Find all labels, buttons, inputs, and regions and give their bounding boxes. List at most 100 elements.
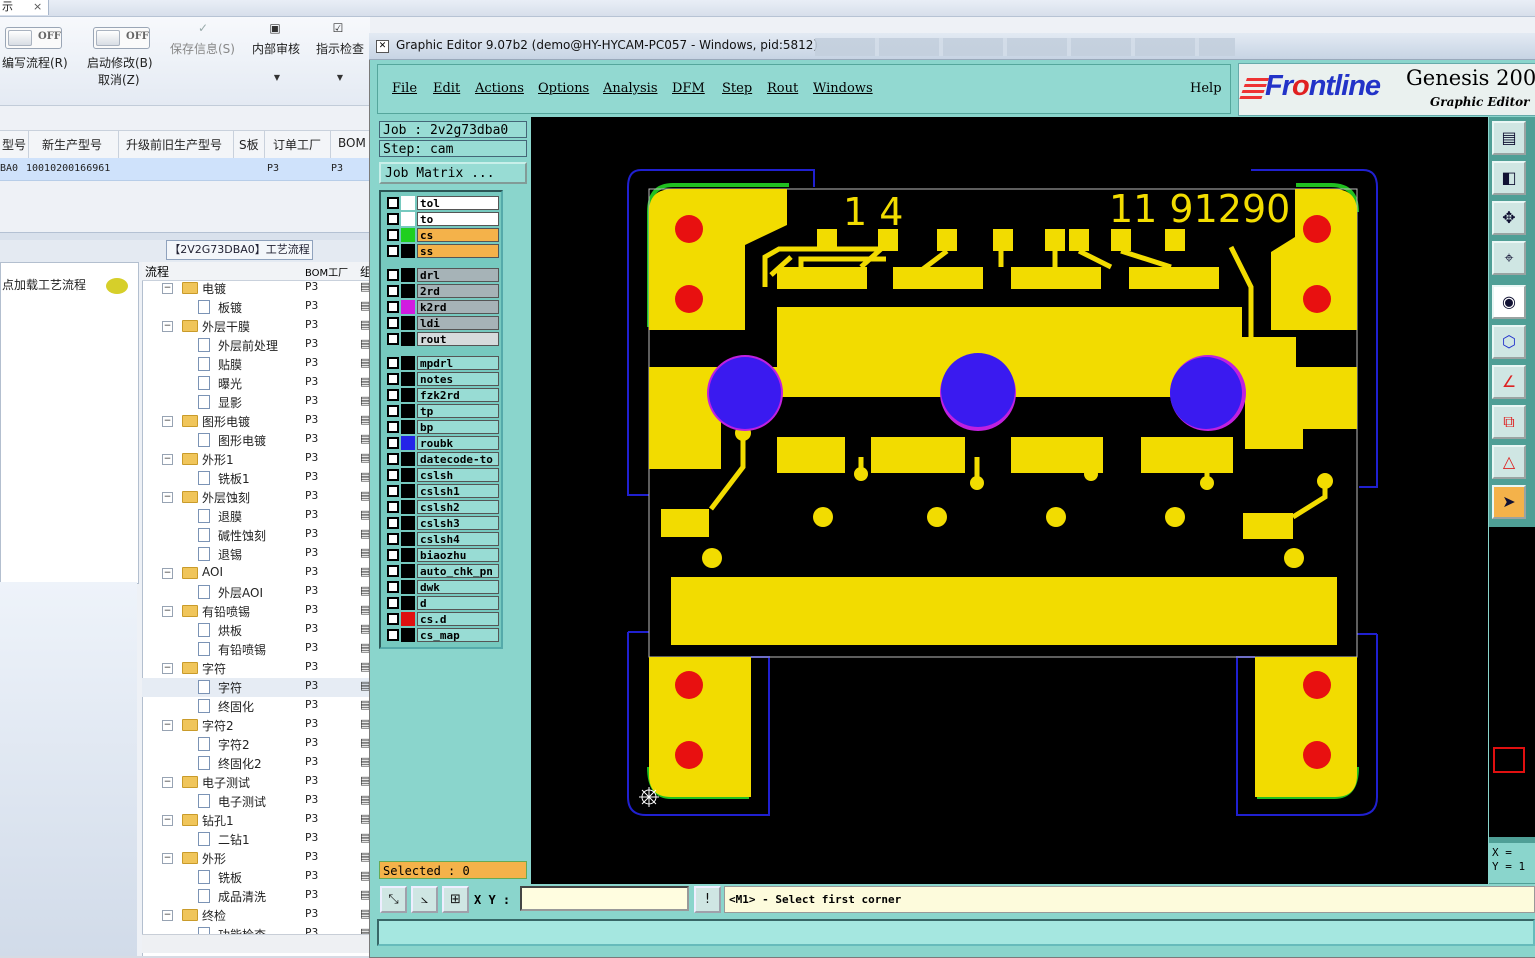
tree-row[interactable]: 碱性蚀刻 P3 ▤ xyxy=(142,526,370,545)
tree-row[interactable]: 铣板1 P3 ▤ xyxy=(142,469,370,488)
tree-header-flow[interactable]: 流程 xyxy=(145,263,169,280)
clipboard-icon[interactable]: ▤ xyxy=(1492,121,1526,155)
tree-row[interactable]: 成品清洗 P3 ▤ xyxy=(142,887,370,906)
tree-row[interactable]: − 电镀 P3 ▤ xyxy=(142,279,370,298)
feature-icon[interactable]: ⧉ xyxy=(1492,405,1526,439)
menu-help[interactable]: Help xyxy=(1190,81,1222,96)
layer-row[interactable]: biaozhu xyxy=(384,548,500,562)
layer-row[interactable]: cslsh3 xyxy=(384,516,500,530)
layer-checkbox[interactable] xyxy=(387,389,399,401)
dropdown-arrow-icon[interactable]: ▼ xyxy=(333,72,347,84)
layer-checkbox[interactable] xyxy=(387,533,399,545)
speech-bubble-icon[interactable] xyxy=(106,278,128,294)
background-tab[interactable]: 示 × xyxy=(0,0,49,15)
tree-row[interactable]: 退锡 P3 ▤ xyxy=(142,545,370,564)
layer-row[interactable]: auto_chk_pn xyxy=(384,564,500,578)
tree-row[interactable]: − 图形电镀 P3 ▤ xyxy=(142,412,370,431)
layer-row[interactable]: 2rd xyxy=(384,284,500,298)
layer-row[interactable]: to xyxy=(384,212,500,226)
layer-checkbox[interactable] xyxy=(387,565,399,577)
internal-review-button[interactable]: 内部审核 xyxy=(252,40,300,57)
grid-header-cell[interactable]: S板 xyxy=(239,136,259,153)
frame-icon[interactable]: ◧ xyxy=(1492,161,1526,195)
layer-row[interactable]: datecode-to xyxy=(384,452,500,466)
layer-checkbox[interactable] xyxy=(387,469,399,481)
dropdown-arrow-icon[interactable]: ▼ xyxy=(270,72,284,84)
layer-row[interactable]: mpdrl xyxy=(384,356,500,370)
zoom-window-icon[interactable]: ⤡ xyxy=(380,886,407,913)
layer-checkbox[interactable] xyxy=(387,317,399,329)
layer-checkbox[interactable] xyxy=(387,373,399,385)
tree-header-bom-factory[interactable]: BOM工厂 xyxy=(305,264,348,279)
layer-row[interactable]: cslsh xyxy=(384,468,500,482)
cancel-button[interactable]: 取消(Z) xyxy=(98,71,140,88)
expand-toggle-icon[interactable]: − xyxy=(162,568,173,579)
tree-row[interactable]: − 外形 P3 ▤ xyxy=(142,849,370,868)
expand-toggle-icon[interactable]: − xyxy=(162,777,173,788)
load-flow-link[interactable]: 点加载工艺流程 xyxy=(2,276,86,293)
expand-toggle-icon[interactable]: − xyxy=(162,492,173,503)
grid-header-cell[interactable]: BOM xyxy=(338,136,366,150)
snap-icon[interactable]: ⦣ xyxy=(411,886,438,913)
layer-row[interactable]: cs xyxy=(384,228,500,242)
tree-row[interactable]: − 字符 P3 ▤ xyxy=(142,659,370,678)
tree-row[interactable]: − 字符2 P3 ▤ xyxy=(142,716,370,735)
tree-row[interactable]: − 电子测试 P3 ▤ xyxy=(142,773,370,792)
tree-row[interactable]: − 外层蚀刻 P3 ▤ xyxy=(142,488,370,507)
layer-row[interactable]: cslsh1 xyxy=(384,484,500,498)
edit-flow-button[interactable]: 编写流程(R) xyxy=(2,54,68,71)
expand-toggle-icon[interactable]: − xyxy=(162,853,173,864)
menu-options[interactable]: Options xyxy=(538,81,589,96)
expand-toggle-icon[interactable]: − xyxy=(162,663,173,674)
tree-row[interactable]: 板镀 P3 ▤ xyxy=(142,298,370,317)
layer-checkbox[interactable] xyxy=(387,197,399,209)
tree-row[interactable]: − 终检 P3 ▤ xyxy=(142,906,370,925)
expand-toggle-icon[interactable]: − xyxy=(162,720,173,731)
menu-windows[interactable]: Windows xyxy=(813,81,873,96)
menu-step[interactable]: Step xyxy=(722,81,752,96)
menu-file[interactable]: File xyxy=(392,81,417,96)
layer-row[interactable]: notes xyxy=(384,372,500,386)
tree-row[interactable]: 外层前处理 P3 ▤ xyxy=(142,336,370,355)
measure-icon[interactable]: ⌖ xyxy=(1492,241,1526,275)
save-info-button[interactable]: 保存信息(S) xyxy=(170,40,235,57)
layer-row[interactable]: ss xyxy=(384,244,500,258)
layer-checkbox[interactable] xyxy=(387,405,399,417)
menu-actions[interactable]: Actions xyxy=(475,81,524,96)
tree-row[interactable]: 字符 P3 ▤ xyxy=(142,678,370,697)
tree-row[interactable]: 电子测试 P3 ▤ xyxy=(142,792,370,811)
tree-row[interactable]: 二钻1 P3 ▤ xyxy=(142,830,370,849)
grid-row-selected[interactable]: BA0 10010200166961 P3 P3 xyxy=(0,158,370,181)
layer-row[interactable]: drl xyxy=(384,268,500,282)
tree-row[interactable]: 退膜 P3 ▤ xyxy=(142,507,370,526)
window-close-icon[interactable]: ✕ xyxy=(376,40,389,53)
job-matrix-button[interactable]: Job Matrix ... xyxy=(379,162,527,184)
tree-row[interactable]: 曝光 P3 ▤ xyxy=(142,374,370,393)
layer-row[interactable]: fzk2rd xyxy=(384,388,500,402)
expand-toggle-icon[interactable]: − xyxy=(162,321,173,332)
layer-checkbox[interactable] xyxy=(387,269,399,281)
layer-checkbox[interactable] xyxy=(387,245,399,257)
grid-header-cell[interactable]: 型号 xyxy=(2,136,26,153)
layer-checkbox[interactable] xyxy=(387,597,399,609)
layer-row[interactable]: cs_map xyxy=(384,628,500,642)
tree-row[interactable]: 铣板 P3 ▤ xyxy=(142,868,370,887)
expand-toggle-icon[interactable]: − xyxy=(162,815,173,826)
layer-checkbox[interactable] xyxy=(387,357,399,369)
tree-row[interactable]: 有铅喷锡 P3 ▤ xyxy=(142,640,370,659)
layer-row[interactable]: tp xyxy=(384,404,500,418)
tree-horizontal-scrollbar[interactable] xyxy=(142,934,370,953)
expand-toggle-icon[interactable]: − xyxy=(162,416,173,427)
triangle-icon[interactable]: △ xyxy=(1492,445,1526,479)
grid-header-cell[interactable]: 订单工厂 xyxy=(273,136,321,153)
layer-checkbox[interactable] xyxy=(387,485,399,497)
layer-row[interactable]: roubk xyxy=(384,436,500,450)
expand-toggle-icon[interactable]: − xyxy=(162,910,173,921)
grid-header-cell[interactable]: 升级前旧生产型号 xyxy=(126,136,222,153)
menu-analysis[interactable]: Analysis xyxy=(603,81,658,96)
layer-checkbox[interactable] xyxy=(387,517,399,529)
tab-close-icon[interactable]: × xyxy=(33,0,42,13)
tree-row[interactable]: − AOI P3 ▤ xyxy=(142,564,370,583)
grid-header-cell[interactable]: 新生产型号 xyxy=(42,136,102,153)
layer-row[interactable]: cslsh4 xyxy=(384,532,500,546)
